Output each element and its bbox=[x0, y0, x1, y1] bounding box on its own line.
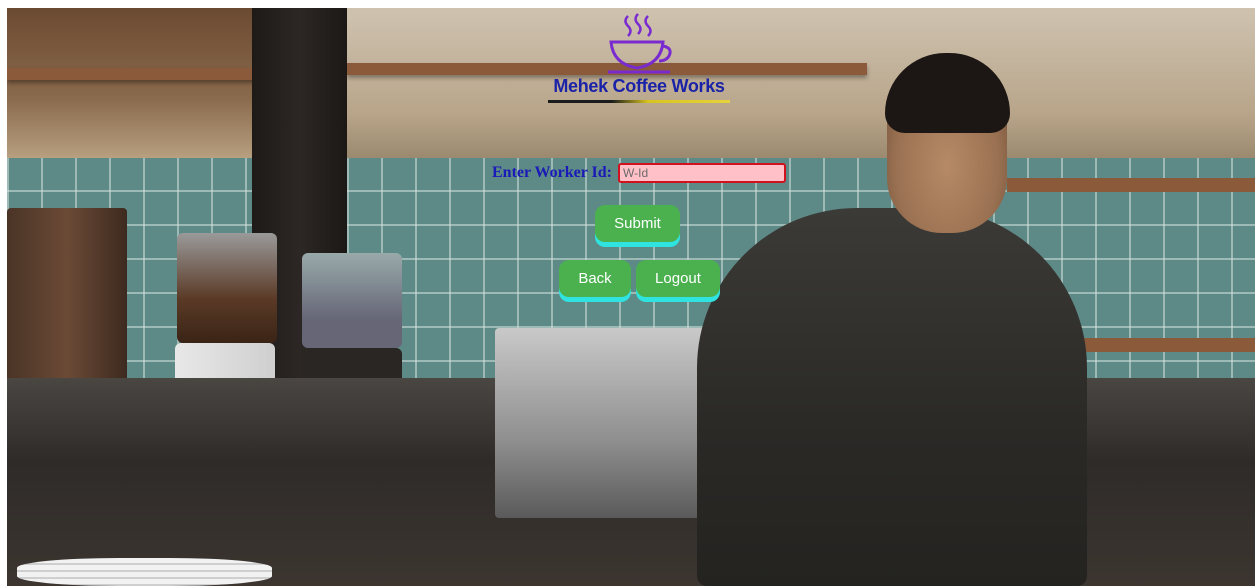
page: Mehek Coffee Works Enter Worker Id: Subm… bbox=[0, 0, 1255, 586]
worker-id-input[interactable] bbox=[618, 163, 787, 183]
brand-logo: Mehek Coffee Works bbox=[548, 12, 730, 106]
logout-button[interactable]: Logout bbox=[636, 260, 720, 297]
submit-button[interactable]: Submit bbox=[595, 205, 680, 242]
worker-id-row: Enter Worker Id: bbox=[492, 162, 787, 184]
brand-underline bbox=[548, 100, 730, 103]
back-button[interactable]: Back bbox=[559, 260, 631, 297]
brand-name: Mehek Coffee Works bbox=[553, 76, 725, 96]
worker-id-label: Enter Worker Id: bbox=[492, 164, 613, 181]
coffee-cup-icon bbox=[608, 13, 672, 74]
